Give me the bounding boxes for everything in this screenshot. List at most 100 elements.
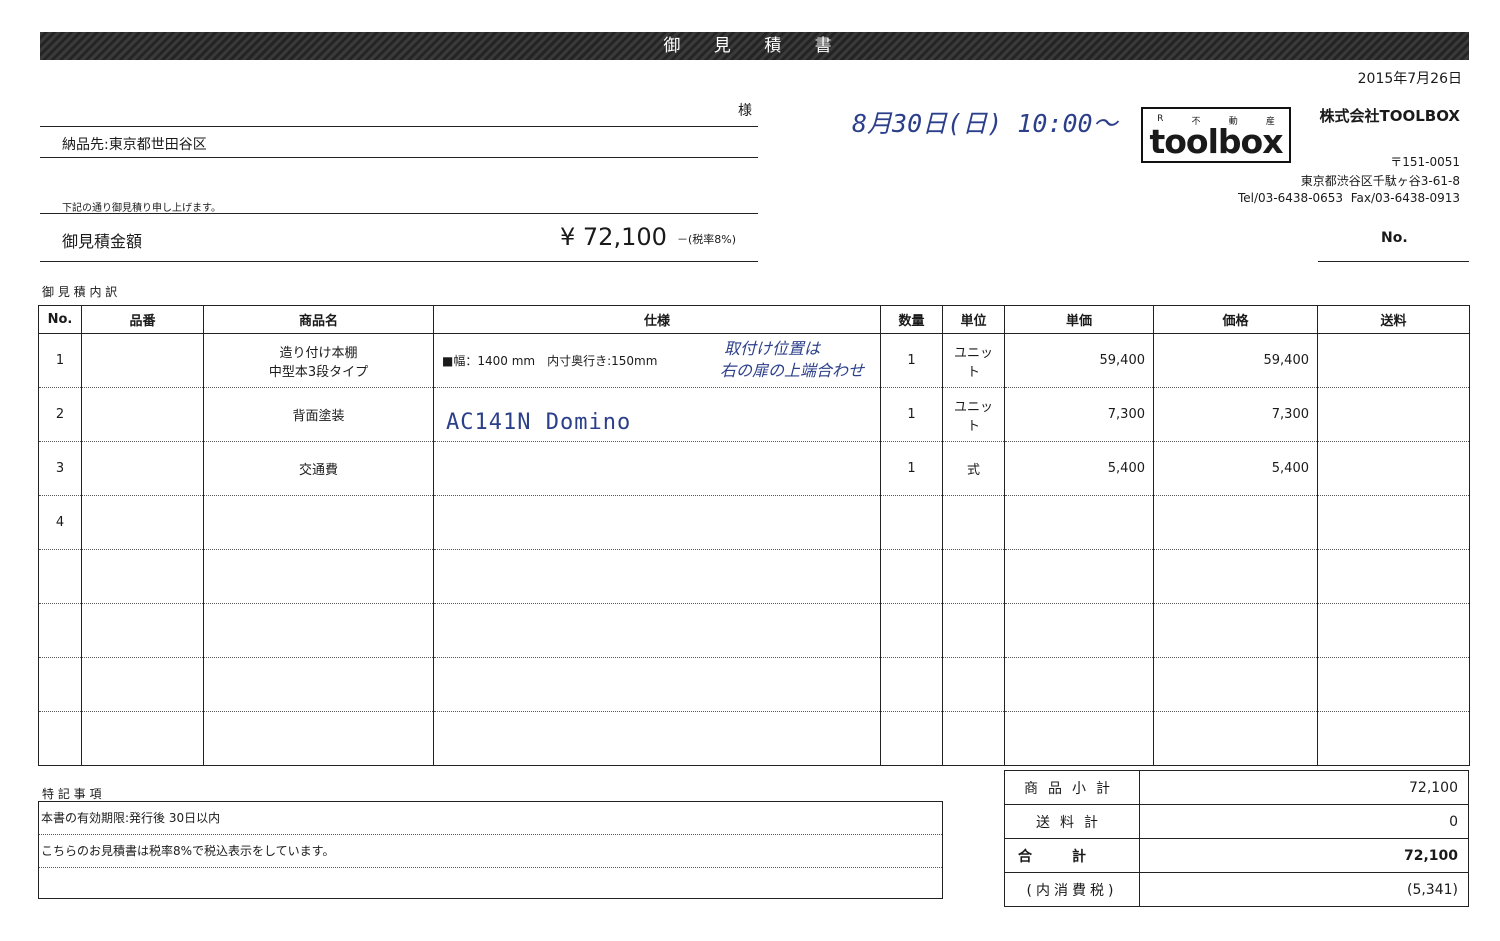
row-product-name-line2: 中型本3段タイプ (268, 364, 369, 380)
row-code (81, 603, 204, 658)
header-no: No. (38, 305, 82, 334)
row-product-name (203, 495, 434, 550)
row-price (1153, 603, 1318, 658)
row-quantity: 1 (880, 441, 943, 496)
row-quantity (880, 549, 943, 604)
shipping-total-label: 送料計 (1004, 804, 1140, 839)
subtotal-label: 商品小計 (1004, 770, 1140, 805)
row-unit: ユニット (942, 387, 1005, 442)
row-spec (433, 603, 881, 658)
handwritten-item1-note: 取付け位置は 右の扉の上端合わせ (720, 338, 864, 382)
row-shipping (1317, 603, 1470, 658)
row-quantity (880, 495, 943, 550)
row-shipping (1317, 495, 1470, 550)
row-product-name-line1: 背面塗装 (292, 409, 345, 424)
company-name: 株式会社TOOLBOX (1319, 107, 1460, 125)
notes-line-1: 本書の有効期限:発行後 30日以内 (39, 802, 942, 835)
logo-word: toolbox (1149, 122, 1283, 161)
row-price (1153, 495, 1318, 550)
row-no: 4 (38, 495, 82, 550)
consumption-tax-label: (内消費税) (1004, 872, 1140, 907)
notes-label: 特 記 事 項 (42, 787, 102, 801)
delivery-address: 納品先:東京都世田谷区 (62, 134, 207, 154)
row-quantity (880, 657, 943, 712)
row-code (81, 549, 204, 604)
row-unit-price (1004, 657, 1154, 712)
row-quantity (880, 711, 943, 766)
row-price (1153, 549, 1318, 604)
row-unit-price: 7,300 (1004, 387, 1154, 442)
grand-total-label: 合計 (1004, 838, 1140, 873)
header-quantity: 数量 (880, 305, 943, 334)
shipping-total-value: 0 (1139, 804, 1469, 839)
grand-total-row: 合計 72,100 (1004, 838, 1469, 873)
header-code: 品番 (81, 305, 204, 334)
estimate-note: 下記の通り御見積り申し上げます。 (62, 203, 221, 214)
row-product-name: 背面塗装 (203, 387, 434, 442)
row-spec (433, 549, 881, 604)
notes-line-3 (39, 868, 942, 900)
row-spec (433, 711, 881, 766)
row-shipping (1317, 333, 1470, 388)
tax-note: －(税率8%) (677, 233, 737, 246)
row-unit-price (1004, 549, 1154, 604)
handwritten-appointment: 8月30日(日) 10:00～ (852, 109, 1118, 138)
table-header-row: No. 品番 商品名 仕様 数量 単位 単価 価格 送料 (38, 305, 1470, 334)
header-product-name: 商品名 (203, 305, 434, 334)
company-phone-fax: Tel/03-6438-0653 Fax/03-6438-0913 (1238, 191, 1460, 205)
row-no (38, 549, 82, 604)
notes-line-2: こちらのお見積書は税率8%で税込表示をしています。 (39, 835, 942, 868)
company-address: 東京都渋谷区千駄ヶ谷3-61-8 (1300, 174, 1460, 188)
delivery-value: 東京都世田谷区 (108, 137, 207, 153)
row-price: 7,300 (1153, 387, 1318, 442)
row-unit: 式 (942, 441, 1005, 496)
row-shipping (1317, 441, 1470, 496)
totals-table: 商品小計 72,100 送料計 0 合計 72,100 (内消費税) (5,34… (1004, 770, 1469, 907)
client-honorific: 様 (738, 103, 752, 119)
shipping-total-row: 送料計 0 (1004, 804, 1469, 839)
row-unit: ユニット (942, 333, 1005, 388)
breakdown-label: 御 見 積 内 訳 (42, 285, 118, 299)
row-price (1153, 657, 1318, 712)
table-row: 3 交通費 1 式 5,400 5,400 (38, 441, 1470, 496)
company-logo: R 不 動 産 toolbox (1141, 107, 1291, 163)
row-product-name: 造り付け本棚 中型本3段タイプ (203, 333, 434, 388)
row-spec (433, 495, 881, 550)
row-no: 2 (38, 387, 82, 442)
handwritten-item1-note-line1: 取付け位置は (724, 339, 821, 358)
row-product-name (203, 603, 434, 658)
grand-total-value: 72,100 (1139, 838, 1469, 873)
row-quantity: 1 (880, 333, 943, 388)
row-shipping (1317, 387, 1470, 442)
row-quantity (880, 603, 943, 658)
row-shipping (1317, 549, 1470, 604)
row-unit (942, 711, 1005, 766)
subtotal-value: 72,100 (1139, 770, 1469, 805)
header-spec: 仕様 (433, 305, 881, 334)
row-shipping (1317, 711, 1470, 766)
row-unit-price (1004, 495, 1154, 550)
table-row (38, 711, 1470, 766)
row-no: 1 (38, 333, 82, 388)
row-unit-price (1004, 603, 1154, 658)
row-spec (433, 657, 881, 712)
subtotal-row: 商品小計 72,100 (1004, 770, 1469, 805)
handwritten-item2-spec: AC141N Domino (446, 410, 632, 435)
total-label: 御見積金額 (62, 232, 143, 251)
row-product-name: 交通費 (203, 441, 434, 496)
row-product-name-line1: 造り付け本棚 (279, 345, 358, 361)
header-unit: 単位 (942, 305, 1005, 334)
consumption-tax-row: (内消費税) (5,341) (1004, 872, 1469, 907)
company-postal: 〒151-0051 (1390, 155, 1460, 169)
table-row: 2 背面塗装 1 ユニット 7,300 7,300 (38, 387, 1470, 442)
row-code (81, 657, 204, 712)
consumption-tax-value: (5,341) (1139, 872, 1469, 907)
notes-box: 本書の有効期限:発行後 30日以内 こちらのお見積書は税率8%で税込表示をしてい… (38, 801, 943, 899)
row-code (81, 711, 204, 766)
handwritten-item1-note-line2: 右の扉の上端合わせ (720, 361, 865, 380)
row-no (38, 603, 82, 658)
table-row (38, 657, 1470, 712)
row-price (1153, 711, 1318, 766)
row-unit-price: 5,400 (1004, 441, 1154, 496)
row-unit-price: 59,400 (1004, 333, 1154, 388)
